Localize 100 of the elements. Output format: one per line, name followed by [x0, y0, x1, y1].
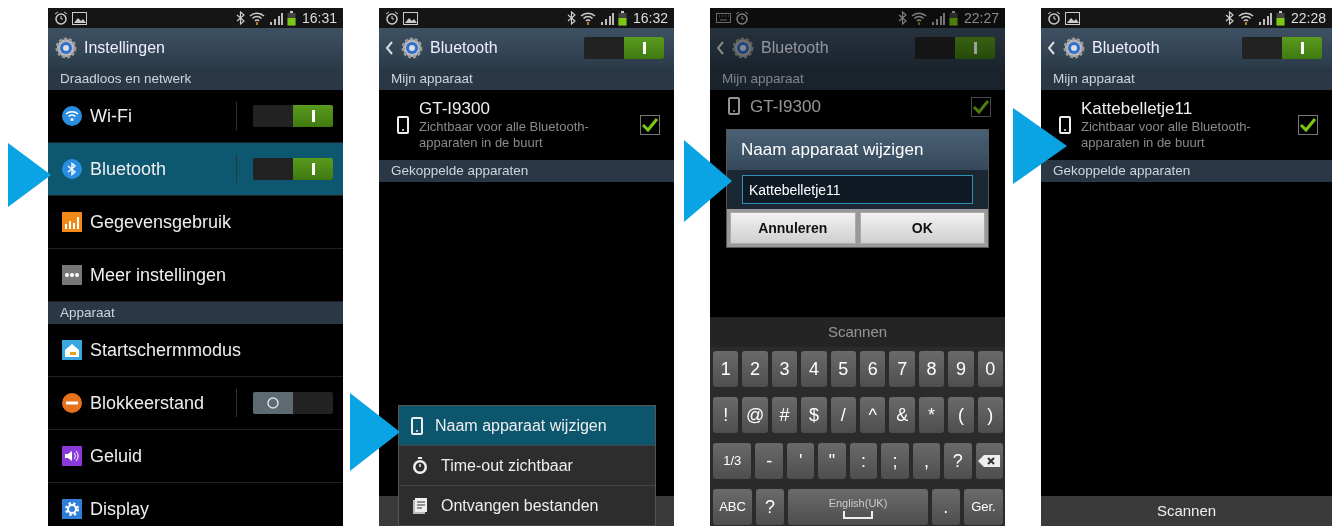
gear-icon: [54, 36, 78, 60]
pointer-arrow-icon: [8, 143, 51, 207]
menu-item[interactable]: Naam apparaat wijzigen: [399, 406, 655, 446]
keyboard-key[interactable]: 6: [860, 351, 886, 387]
keyboard-key[interactable]: $: [801, 397, 827, 433]
alarm-clock-icon: [54, 11, 68, 25]
back-icon[interactable]: [385, 41, 394, 55]
pointer-arrow-icon: [684, 140, 732, 222]
item-label: Startschermmodus: [90, 338, 243, 362]
keyboard-key[interactable]: Ger.: [963, 489, 1003, 525]
toggle-switch[interactable]: [253, 105, 333, 127]
settings-item[interactable]: Blokkeerstand: [48, 377, 343, 430]
keyboard-key[interactable]: 7: [889, 351, 915, 387]
keyboard-key[interactable]: 0: [977, 351, 1004, 387]
item-label: Gegevensgebruik: [90, 210, 233, 234]
on-bar-icon: [311, 110, 315, 122]
settings-item[interactable]: Bluetooth: [48, 143, 343, 196]
item-label: Wi-Fi: [90, 104, 133, 128]
wifi-icon: [248, 11, 265, 25]
alarm-clock-icon: [385, 11, 399, 25]
settings-item[interactable]: Startschermmodus: [48, 324, 343, 377]
space-key[interactable]: English(UK): [788, 489, 928, 525]
keyboard-key[interactable]: /: [830, 397, 857, 433]
keyboard-key[interactable]: 1/3: [713, 443, 752, 479]
image-icon: [72, 11, 87, 25]
alarm-clock-icon: [735, 11, 749, 25]
keyboard-key[interactable]: 5: [830, 351, 857, 387]
speaker-icon: [62, 446, 82, 466]
settings-item[interactable]: Geluid: [48, 430, 343, 483]
document-icon: [411, 496, 429, 515]
keyboard-key[interactable]: ?: [944, 443, 972, 479]
keyboard-key[interactable]: (: [948, 397, 974, 433]
toggle-switch[interactable]: [1242, 37, 1322, 59]
gear-icon: [731, 36, 755, 60]
home-icon: [62, 340, 82, 360]
menu-item[interactable]: Time-out zichtbaar: [399, 446, 655, 486]
keyboard-key[interactable]: ?: [756, 489, 785, 525]
settings-item[interactable]: Display: [48, 483, 343, 526]
checkmark-icon: [641, 116, 659, 134]
toggle-switch[interactable]: [584, 37, 664, 59]
keyboard-key[interactable]: 1: [713, 351, 739, 387]
checkmark-icon: [1299, 116, 1317, 134]
dialog-button[interactable]: OK: [859, 212, 985, 244]
keyboard-key[interactable]: !: [713, 397, 739, 433]
keyboard-key[interactable]: #: [771, 397, 798, 433]
keyboard-key[interactable]: ): [977, 397, 1004, 433]
keyboard-key[interactable]: ABC: [713, 489, 753, 525]
alarm-clock-icon: [1047, 11, 1061, 25]
pointer-arrow-icon: [350, 393, 400, 471]
dialog-button[interactable]: Annuleren: [730, 212, 856, 244]
keyboard-key[interactable]: -: [755, 443, 783, 479]
keyboard-key[interactable]: ;: [881, 443, 909, 479]
keyboard-key[interactable]: 2: [742, 351, 768, 387]
keyboard-key[interactable]: ^: [860, 397, 886, 433]
bluetooth-icon: [62, 159, 82, 179]
gear-icon: [1062, 36, 1086, 60]
back-icon[interactable]: [1047, 41, 1056, 55]
back-icon[interactable]: [716, 41, 725, 55]
section-header: Mijn apparaat: [710, 68, 1005, 90]
keyboard-key[interactable]: *: [918, 397, 945, 433]
keyboard-key[interactable]: :: [849, 443, 878, 479]
keyboard-key[interactable]: 8: [918, 351, 945, 387]
screen-title: Bluetooth: [761, 38, 830, 58]
item-label: Bluetooth: [90, 157, 168, 181]
stopwatch-icon: [411, 456, 429, 475]
settings-item[interactable]: Gegevensgebruik: [48, 196, 343, 249]
backspace-icon: [977, 454, 1002, 468]
menu-item[interactable]: Ontvangen bestanden: [399, 486, 655, 526]
item-label: Geluid: [90, 444, 144, 468]
checkbox[interactable]: [1298, 115, 1318, 135]
battery-icon: [617, 10, 627, 26]
toggle-switch[interactable]: [253, 392, 333, 414]
status-time: 16:31: [301, 8, 337, 28]
bluetooth-icon: [566, 11, 576, 25]
keyboard-key[interactable]: 3: [771, 351, 798, 387]
spacebar-icon: [843, 511, 873, 520]
off-circle-icon: [267, 397, 279, 409]
scan-button[interactable]: Scannen: [710, 317, 1005, 347]
keyboard-key[interactable]: ': [786, 443, 815, 479]
on-bar-icon: [642, 42, 646, 54]
checkbox[interactable]: [640, 115, 660, 135]
keyboard-key[interactable]: @: [742, 397, 768, 433]
keyboard-key[interactable]: .: [931, 489, 960, 525]
backspace-key[interactable]: [975, 443, 1004, 479]
keyboard-key[interactable]: 4: [801, 351, 827, 387]
toggle-switch[interactable]: [915, 37, 995, 59]
keyboard-key[interactable]: 9: [948, 351, 974, 387]
scan-button[interactable]: Scannen: [1041, 496, 1332, 526]
keyboard-key[interactable]: ,: [912, 443, 941, 479]
keyboard-key[interactable]: ": [818, 443, 846, 479]
device-name: GT-I9300: [750, 97, 822, 117]
item-label: Display: [90, 497, 151, 521]
checkbox[interactable]: [971, 97, 991, 117]
name-input-field[interactable]: Kattebelletje11: [742, 175, 973, 204]
battery-icon: [948, 10, 958, 26]
phone-icon: [411, 416, 423, 435]
status-time: 16:32: [632, 8, 668, 28]
image-icon: [1065, 11, 1080, 25]
toggle-switch[interactable]: [253, 158, 333, 180]
keyboard-key[interactable]: &: [889, 397, 915, 433]
